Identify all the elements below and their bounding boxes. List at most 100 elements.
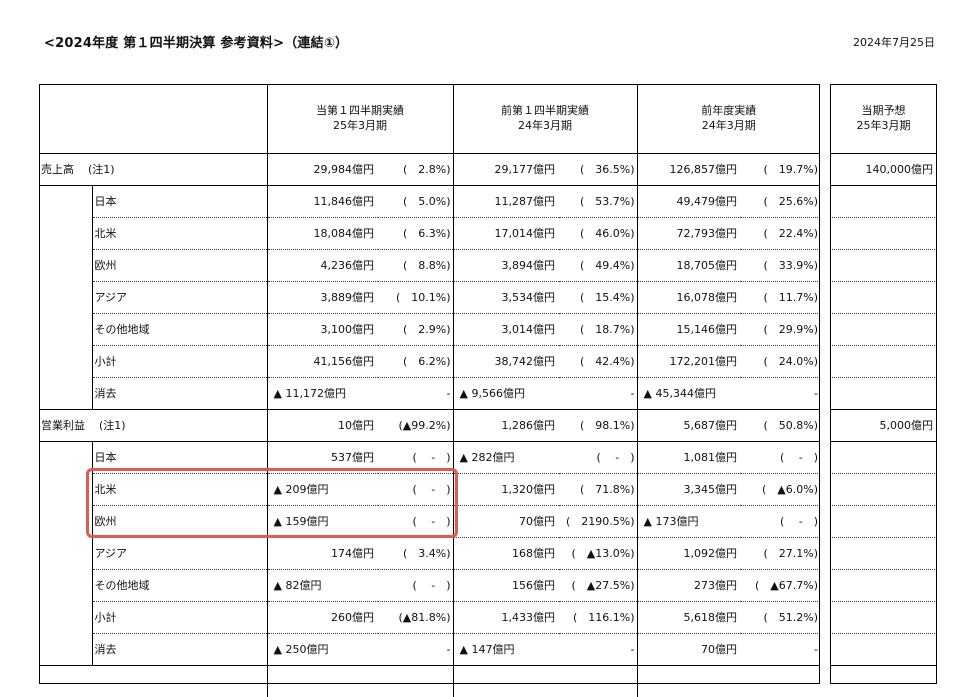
percent-cell: ( - ) [559,440,637,473]
indent-cell [39,505,92,537]
trailing-cell [266,664,378,697]
region-label: 日本 [91,184,267,217]
amount-cell: 70億円 [636,632,741,665]
amount-cell: 11,846億円 [266,184,378,217]
amount-cell: 1,081億円 [636,440,741,473]
section-total-row: 売上高 (注1) 29,984億円( 2.8%) 29,177億円( 36.5%) 12… [39,152,820,185]
region-label: その他地域 [91,312,267,345]
percent-cell: ( 27.1%) [741,536,820,569]
region-row: 消去 ▲ 250億円 - ▲ 147億円 -70億円 - [39,632,820,665]
amount-cell: ▲ 250億円 [266,632,378,665]
section-label-cell: 営業利益 (注1) [39,408,267,441]
percent-cell: (▲99.2%) [378,408,453,441]
percent-cell: ( ▲13.0%) [559,536,637,569]
trailing-row [39,664,820,697]
amount-cell: 29,984億円 [266,152,378,185]
amount-cell: 11,287億円 [452,184,559,217]
indent-cell [39,377,92,409]
forecast-header-row: 当期予想 25年3月期 [830,84,937,154]
indent-cell [39,313,92,345]
region-label: アジア [91,280,267,313]
page-title: <2024年度 第１四半期決算 参考資料>（連結①） [44,36,349,51]
percent-cell: ( - ) [378,568,453,601]
header-current-period: 25年3月期 [333,119,387,133]
header-prior-period: 24年3月期 [518,119,572,133]
section-total-row: 営業利益 (注1) 10億円 (▲99.2%) 1,286億円( 98.1%) 5,687… [39,408,820,441]
forecast-row [830,184,937,217]
forecast-row [830,472,937,505]
section-label-cell: 売上高 (注1) [39,152,267,185]
amount-cell: 168億円 [452,536,559,569]
percent-cell: ( 8.8%) [378,248,453,281]
section-label: 売上高 [41,163,74,176]
forecast-row [830,600,937,633]
percent-cell: ( 10.1%) [378,280,453,313]
region-row: その他地域 3,100億円( 2.9%) 3,014億円( 18.7%) 15,146… [39,312,820,345]
percent-cell: ( 3.4%) [378,536,453,569]
percent-cell: ( 24.0%) [741,344,820,377]
forecast-empty-cell [830,216,937,249]
region-label: 小計 [91,600,267,633]
forecast-row [830,344,937,377]
percent-cell: ( 6.3%) [378,216,453,249]
header-current-title: 当第１四半期実績 [316,104,404,118]
region-label: 消去 [91,376,267,409]
results-table-container: 当第１四半期実績 25年3月期 前第１四半期実績 24年3月期 前年度実績 24… [39,84,820,697]
amount-cell: 17,014億円 [452,216,559,249]
percent-cell: - [378,376,453,409]
amount-cell: 156億円 [452,568,559,601]
amount-cell: ▲ 82億円 [266,568,378,601]
region-label: 小計 [91,344,267,377]
forecast-row [830,568,937,601]
forecast-row [830,376,937,409]
forecast-empty-cell [830,312,937,345]
percent-cell: ( ▲67.7%) [741,568,820,601]
percent-cell: ( 116.1%) [559,600,637,633]
indent-cell [39,569,92,601]
indent-cell [39,217,92,249]
amount-cell: 4,236億円 [266,248,378,281]
amount-cell: ▲ 45,344億円 [636,376,741,409]
forecast-empty-cell [830,600,937,633]
trailing-cell [39,664,267,697]
amount-cell: 70億円 [452,504,559,537]
percent-cell: ( 2.9%) [378,312,453,345]
percent-cell: ( 18.7%) [559,312,637,345]
section-note: (注1) [99,419,126,432]
forecast-empty-cell [830,344,937,377]
region-row: 欧州 ▲ 159億円( - ) 70億円( 2190.5%) ▲ 173億円( - ) [39,504,820,537]
indent-cell [39,440,92,473]
header-last-year-period: 24年3月期 [701,119,756,133]
section-label: 営業利益 [41,419,85,432]
amount-cell: ▲ 159億円 [266,504,378,537]
percent-cell: ( 2190.5%) [559,504,637,537]
amount-cell: 3,014億円 [452,312,559,345]
amount-cell: 41,156億円 [266,344,378,377]
header-forecast-title: 当期予想 [861,104,906,118]
forecast-empty-cell [830,248,937,281]
indent-cell [39,537,92,569]
indent-cell [39,633,92,665]
trailing-cell [636,664,741,697]
indent-cell [39,184,92,217]
amount-cell: ▲ 11,172億円 [266,376,378,409]
amount-cell: 537億円 [266,440,378,473]
forecast-total-row: 5,000億円 [830,408,937,441]
amount-cell: 5,618億円 [636,600,741,633]
indent-cell [39,281,92,313]
amount-cell: 1,320億円 [452,472,559,505]
header-last-year: 前年度実績 24年3月期 [636,84,820,154]
header-row: 当第１四半期実績 25年3月期 前第１四半期実績 24年3月期 前年度実績 24… [39,84,820,154]
region-label: 消去 [91,632,267,665]
header-forecast-period: 25年3月期 [856,119,911,133]
results-table: 当第１四半期実績 25年3月期 前第１四半期実績 24年3月期 前年度実績 24… [39,84,820,697]
amount-cell: ▲ 173億円 [636,504,741,537]
region-label: 北米 [91,472,267,505]
forecast-row [830,536,937,569]
amount-cell: ▲ 9,566億円 [452,376,559,409]
header-prior: 前第１四半期実績 24年3月期 [452,84,637,154]
amount-cell: 260億円 [266,600,378,633]
amount-cell: 3,100億円 [266,312,378,345]
header-current: 当第１四半期実績 25年3月期 [266,84,453,154]
amount-cell: 29,177億円 [452,152,559,185]
